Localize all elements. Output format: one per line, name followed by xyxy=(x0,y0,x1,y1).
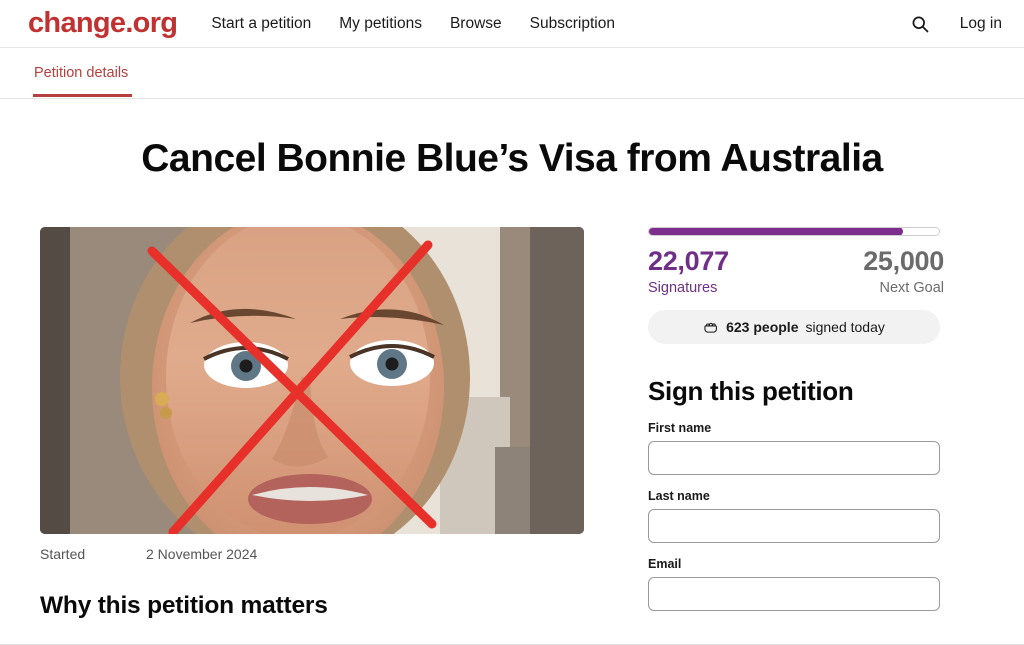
site-header: change.org Start a petition My petitions… xyxy=(0,0,1024,48)
sign-petition-heading: Sign this petition xyxy=(648,376,854,407)
page-body: Cancel Bonnie Blue’s Visa from Australia xyxy=(0,99,1024,645)
signature-count-label: Signatures xyxy=(648,280,718,297)
started-row: Started 2 November 2024 xyxy=(40,546,586,562)
signature-progress-fill xyxy=(649,227,904,235)
signature-count: 22,077 xyxy=(648,245,729,276)
goal-label: Next Goal xyxy=(879,280,944,297)
left-column: Started 2 November 2024 Why this petitio… xyxy=(40,226,586,620)
nav-start-a-petition[interactable]: Start a petition xyxy=(211,15,311,33)
first-name-input[interactable] xyxy=(648,441,940,476)
content-columns: Started 2 November 2024 Why this petitio… xyxy=(0,226,1024,620)
tab-petition-details[interactable]: Petition details xyxy=(33,48,133,97)
petition-hero-image[interactable] xyxy=(40,226,584,534)
first-name-label: First name xyxy=(648,421,712,436)
last-name-label: Last name xyxy=(648,489,710,504)
nav-subscription[interactable]: Subscription xyxy=(530,15,615,33)
signature-progress-bar xyxy=(648,226,940,236)
signature-count-block: 22,077 Signatures xyxy=(648,245,729,297)
why-this-petition-matters-heading: Why this petition matters xyxy=(40,591,328,619)
red-x-overlay xyxy=(147,240,437,534)
sign-sidebar: 22,077 Signatures 25,000 Next Goal 623 p… xyxy=(648,226,944,620)
email-input[interactable] xyxy=(648,577,940,612)
first-name-field: First name xyxy=(648,421,944,476)
nav-my-petitions[interactable]: My petitions xyxy=(339,15,422,33)
started-date: 2 November 2024 xyxy=(146,545,258,562)
page-title: Cancel Bonnie Blue’s Visa from Australia xyxy=(141,137,883,180)
signed-today-count: 623 people xyxy=(726,319,799,336)
nav-browse[interactable]: Browse xyxy=(450,15,502,33)
email-label: Email xyxy=(648,557,682,572)
last-name-field: Last name xyxy=(648,489,944,544)
last-name-input[interactable] xyxy=(648,509,940,544)
header-actions: Log in xyxy=(910,14,1002,34)
search-icon[interactable] xyxy=(910,14,930,34)
signed-today-badge: 623 people signed today xyxy=(648,310,940,345)
raised-fist-icon xyxy=(703,319,719,335)
login-link[interactable]: Log in xyxy=(960,15,1002,33)
goal-block: 25,000 Next Goal xyxy=(863,245,944,297)
goal-count: 25,000 xyxy=(863,245,944,276)
signed-today-suffix: signed today xyxy=(805,319,885,336)
email-field: Email xyxy=(648,557,944,612)
main-nav: Start a petition My petitions Browse Sub… xyxy=(211,15,615,33)
tab-bar: Petition details xyxy=(0,48,1024,99)
site-logo[interactable]: change.org xyxy=(28,9,178,38)
started-label: Started xyxy=(40,545,86,562)
signature-counts: 22,077 Signatures 25,000 Next Goal xyxy=(648,245,944,297)
